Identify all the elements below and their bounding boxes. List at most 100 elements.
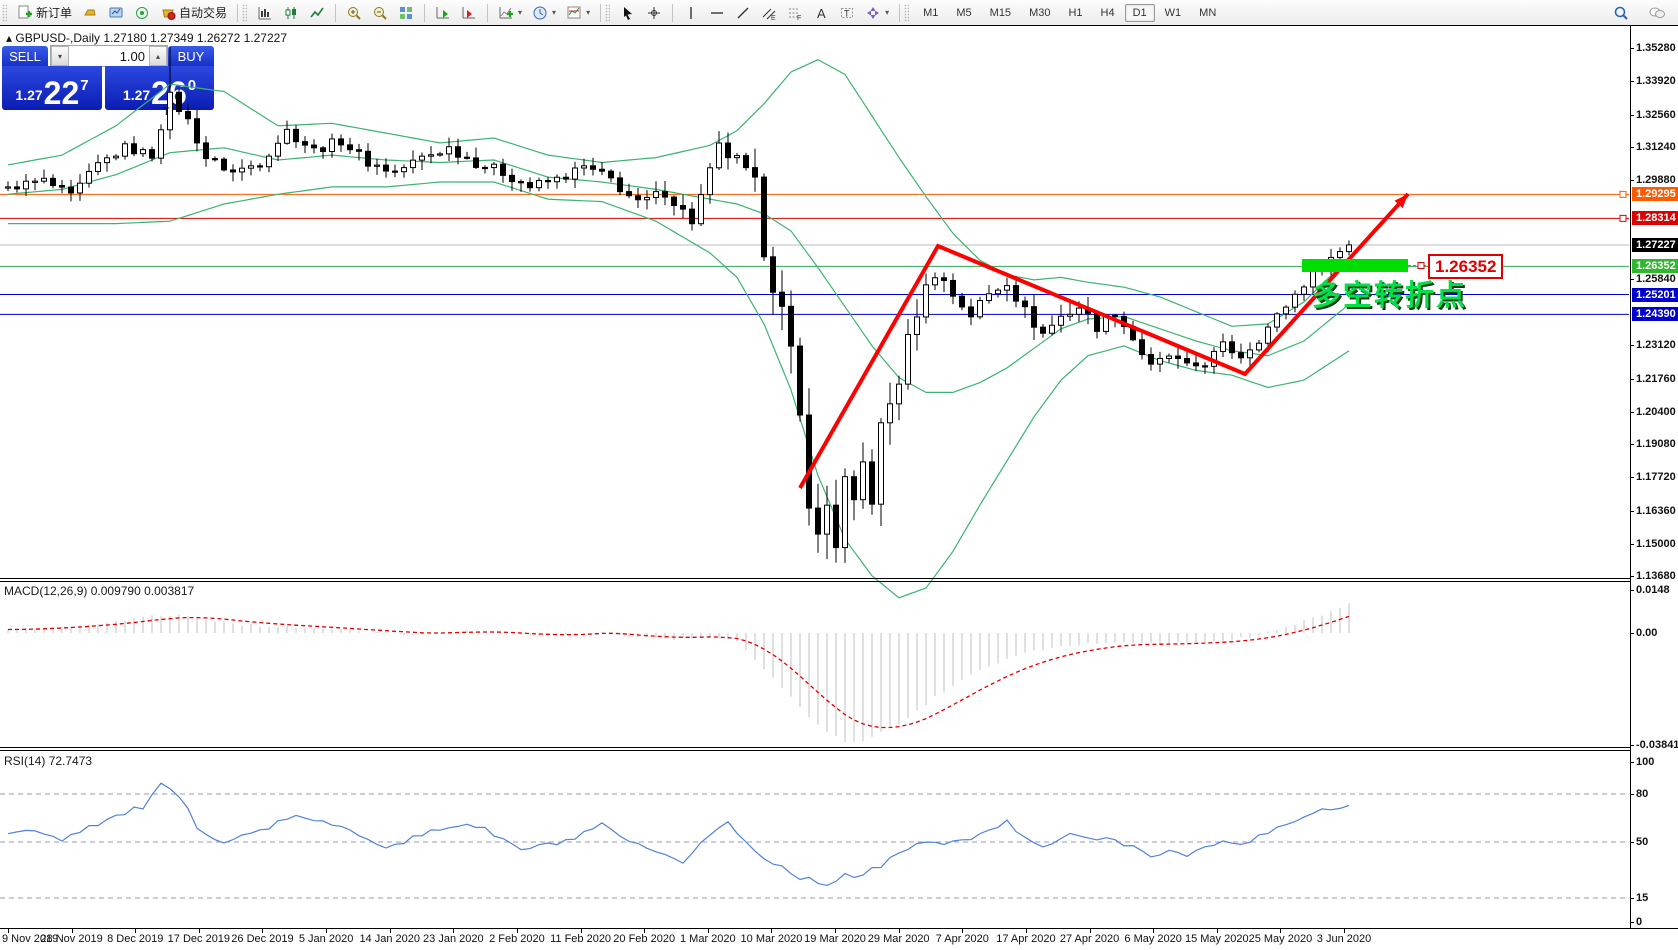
candle-body bbox=[1275, 314, 1280, 327]
toolbar-separator bbox=[335, 4, 336, 22]
timeframe-M30-button[interactable]: M30 bbox=[1021, 4, 1058, 22]
candle-body bbox=[717, 143, 722, 168]
periods-button[interactable]: ▾ bbox=[527, 2, 561, 24]
svg-text:E: E bbox=[771, 15, 776, 21]
toolbar-group bbox=[249, 1, 333, 25]
candle-body bbox=[114, 156, 119, 158]
auto-scroll-button[interactable] bbox=[430, 2, 456, 24]
signals-button[interactable] bbox=[129, 2, 155, 24]
candle-body bbox=[735, 156, 740, 158]
candle-body bbox=[348, 145, 353, 150]
candle-body bbox=[438, 154, 443, 155]
signals-icon bbox=[134, 5, 150, 21]
candle-body bbox=[1239, 353, 1244, 358]
dropdown-caret-icon[interactable]: ▾ bbox=[586, 8, 590, 17]
candle-body bbox=[456, 147, 461, 157]
candle-body bbox=[690, 209, 695, 224]
candle-body bbox=[483, 167, 488, 168]
svg-text:F: F bbox=[797, 15, 801, 21]
level-line-endpoint[interactable] bbox=[1620, 191, 1626, 197]
timeframe-MN-button[interactable]: MN bbox=[1191, 4, 1224, 22]
price-tickmark bbox=[1630, 444, 1634, 445]
chart-shift-button[interactable] bbox=[456, 2, 482, 24]
candle-body bbox=[528, 183, 533, 188]
support-highlight-bar[interactable] bbox=[1302, 259, 1408, 272]
candle-body bbox=[753, 168, 758, 177]
timeframe-M15-button[interactable]: M15 bbox=[982, 4, 1019, 22]
timeframe-H1-button[interactable]: H1 bbox=[1060, 4, 1090, 22]
crosshair-button[interactable] bbox=[641, 2, 667, 24]
candle-body bbox=[699, 195, 704, 224]
candle-body bbox=[1014, 286, 1019, 301]
dropdown-caret-icon[interactable]: ▾ bbox=[552, 8, 556, 17]
search-button[interactable] bbox=[1608, 2, 1634, 24]
candle-body bbox=[708, 168, 713, 195]
rsi-value: 72.7473 bbox=[49, 754, 92, 768]
horizontal-line-icon bbox=[709, 5, 725, 21]
candle-body bbox=[510, 175, 515, 181]
vertical-line-button[interactable] bbox=[678, 2, 704, 24]
candle-body bbox=[1185, 359, 1190, 363]
candle-body bbox=[807, 415, 812, 508]
timeframe-H4-button[interactable]: H4 bbox=[1093, 4, 1123, 22]
chat-button[interactable] bbox=[1644, 2, 1670, 24]
metaeditor-button[interactable] bbox=[77, 2, 103, 24]
equidistant-channel-button[interactable]: E bbox=[756, 2, 782, 24]
candle-body bbox=[1176, 356, 1181, 358]
candle-body bbox=[1140, 340, 1145, 355]
timeframe-M5-button[interactable]: M5 bbox=[948, 4, 979, 22]
timeframe-M1-button[interactable]: M1 bbox=[915, 4, 946, 22]
horizontal-line-button[interactable] bbox=[704, 2, 730, 24]
dropdown-caret-icon[interactable]: ▾ bbox=[885, 8, 889, 17]
market-watch-button[interactable] bbox=[103, 2, 129, 24]
new-order-button[interactable]: 新订单 bbox=[12, 1, 77, 24]
cursor-button[interactable] bbox=[615, 2, 641, 24]
tile-windows-button[interactable] bbox=[393, 2, 419, 24]
line-chart-icon bbox=[309, 5, 325, 21]
arrows-button[interactable]: ▾ bbox=[860, 2, 894, 24]
macd-tickmark bbox=[1630, 590, 1634, 591]
candle-body bbox=[501, 164, 506, 175]
candle-body bbox=[231, 170, 236, 172]
bar-chart-button[interactable] bbox=[252, 2, 278, 24]
price-tick-label: 1.33920 bbox=[1636, 75, 1676, 87]
macd-value-signal: 0.003817 bbox=[144, 584, 194, 598]
turning-point-annotation[interactable]: 多空转折点 bbox=[1312, 272, 1467, 314]
date-label: 2 Feb 2020 bbox=[489, 933, 545, 945]
candle-body bbox=[123, 144, 128, 156]
candle-body bbox=[978, 301, 983, 317]
macd-tickmark bbox=[1630, 745, 1634, 746]
zoom-out-button[interactable] bbox=[367, 2, 393, 24]
trend-zigzag-line[interactable] bbox=[800, 194, 1408, 488]
level-line-endpoint[interactable] bbox=[1620, 215, 1626, 221]
fibonacci-button[interactable]: F bbox=[782, 2, 808, 24]
candle-body bbox=[1230, 342, 1235, 353]
zoom-in-button[interactable] bbox=[341, 2, 367, 24]
rsi-separator[interactable] bbox=[0, 747, 1630, 748]
macd-separator[interactable] bbox=[0, 578, 1630, 579]
templates-button[interactable]: ▾ bbox=[561, 2, 595, 24]
autotrade-label: 自动交易 bbox=[179, 4, 227, 21]
chart-canvas[interactable] bbox=[0, 26, 1630, 929]
price-tick-label: 1.17720 bbox=[1636, 471, 1676, 483]
trendline-button[interactable] bbox=[730, 2, 756, 24]
indicators-button[interactable]: ▾ bbox=[493, 2, 527, 24]
candlestick-button[interactable] bbox=[278, 2, 304, 24]
date-label: 28 Nov 2019 bbox=[40, 933, 102, 945]
candle-body bbox=[654, 192, 659, 198]
candle-body bbox=[816, 508, 821, 534]
timeframe-D1-button[interactable]: D1 bbox=[1125, 4, 1155, 22]
candle-body bbox=[843, 477, 848, 548]
candle-body bbox=[357, 150, 362, 152]
dropdown-caret-icon[interactable]: ▾ bbox=[518, 8, 522, 17]
text-button[interactable]: A bbox=[808, 2, 834, 24]
line-chart-button[interactable] bbox=[304, 2, 330, 24]
text-label-button[interactable]: T bbox=[834, 2, 860, 24]
candle-body bbox=[330, 139, 335, 152]
price-tag-1.28314: 1.28314 bbox=[1632, 211, 1678, 225]
rsi-tickmark bbox=[1630, 842, 1634, 843]
candle-body bbox=[339, 139, 344, 145]
autotrade-button[interactable]: 自动交易 bbox=[155, 1, 232, 24]
zoom-out-icon bbox=[372, 5, 388, 21]
timeframe-W1-button[interactable]: W1 bbox=[1157, 4, 1190, 22]
